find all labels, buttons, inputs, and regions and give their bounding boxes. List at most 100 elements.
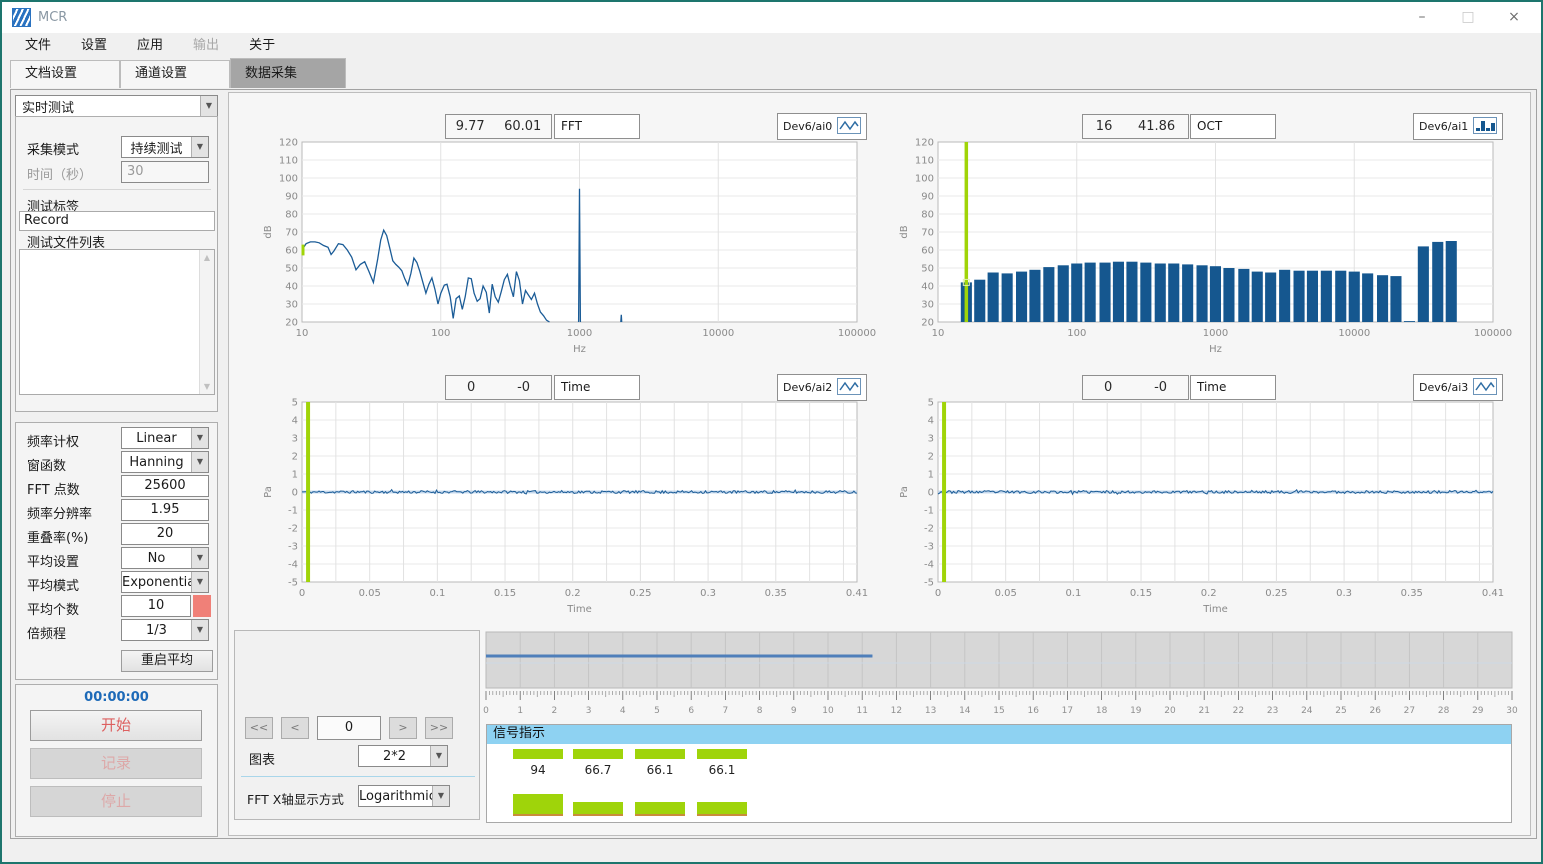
- fft-name-box[interactable]: FFT: [554, 114, 640, 139]
- svg-text:4: 4: [292, 416, 298, 427]
- svg-text:120: 120: [915, 138, 934, 149]
- stop-button[interactable]: 停止: [30, 786, 202, 817]
- svg-text:17: 17: [1062, 706, 1073, 716]
- setting-label: 平均设置: [27, 551, 79, 570]
- setting-input[interactable]: 25600: [121, 475, 209, 497]
- prev-button[interactable]: <: [281, 717, 309, 739]
- line-chart-icon: [1473, 378, 1497, 398]
- chart-layout-select[interactable]: 2*2 ▼: [358, 745, 448, 767]
- svg-text:4: 4: [620, 706, 626, 716]
- setting-input[interactable]: 20: [121, 523, 209, 545]
- fft-xaxis-label: FFT X轴显示方式: [247, 789, 344, 808]
- setting-row: 频率分辨率 1.95: [16, 499, 217, 523]
- position-display[interactable]: 0: [317, 716, 381, 740]
- elapsed-timer: 00:00:00: [16, 690, 217, 705]
- time2-chart-plot[interactable]: -5-4-3-2-101234500.050.10.150.20.250.30.…: [896, 400, 1496, 622]
- svg-text:2: 2: [292, 452, 298, 463]
- setting-select[interactable]: No▼: [121, 547, 209, 569]
- menu-item-2[interactable]: 设置: [66, 33, 122, 58]
- scroll-down-icon[interactable]: ▼: [200, 382, 214, 391]
- svg-text:9: 9: [791, 706, 797, 716]
- acq-mode-select[interactable]: 持续测试 ▼: [121, 136, 209, 158]
- svg-text:0.25: 0.25: [1265, 588, 1287, 599]
- time1-name-box[interactable]: Time: [554, 375, 640, 400]
- signal-indicator-panel: 信号指示 9466.766.166.1: [486, 724, 1512, 823]
- setting-input[interactable]: 1.95: [121, 499, 209, 521]
- svg-text:-1: -1: [924, 506, 934, 517]
- scrollbar[interactable]: ▲ ▼: [199, 250, 214, 394]
- signal-status-bar: [635, 749, 685, 759]
- setting-value: Exponential: [122, 575, 191, 590]
- svg-text:5: 5: [928, 398, 934, 409]
- record-timeline[interactable]: 0123456789101112131415161718192021222324…: [486, 632, 1512, 720]
- close-button[interactable]: ×: [1491, 2, 1537, 33]
- setting-select[interactable]: Exponential▼: [121, 571, 209, 593]
- oct-channel-box[interactable]: Dev6/ai1: [1413, 113, 1503, 140]
- chevron-down-icon[interactable]: ▼: [432, 786, 449, 806]
- setting-select[interactable]: Hanning▼: [121, 451, 209, 473]
- acq-mode-value: 持续测试: [122, 138, 191, 157]
- time1-channel-box[interactable]: Dev6/ai2: [777, 374, 867, 401]
- svg-text:22: 22: [1233, 706, 1244, 716]
- svg-text:100000: 100000: [1474, 328, 1512, 339]
- window-title: MCR: [38, 10, 67, 25]
- scroll-up-icon[interactable]: ▲: [200, 253, 214, 262]
- menu-bar: 文件设置应用输出关于: [2, 33, 1541, 58]
- svg-text:-4: -4: [288, 560, 298, 571]
- chevron-down-icon[interactable]: ▼: [191, 137, 208, 157]
- time2-name-box[interactable]: Time: [1190, 375, 1276, 400]
- setting-value: Linear: [122, 431, 191, 446]
- oct-name-box[interactable]: OCT: [1190, 114, 1276, 139]
- minimize-button[interactable]: –: [1399, 2, 1445, 33]
- setting-label: 频率分辨率: [27, 503, 92, 522]
- setting-input[interactable]: 10: [121, 595, 191, 617]
- signal-level-value: 66.7: [573, 763, 623, 777]
- svg-text:13: 13: [925, 706, 936, 716]
- signal-level-meter: [513, 794, 563, 816]
- maximize-button[interactable]: □: [1445, 2, 1491, 33]
- start-button[interactable]: 开始: [30, 710, 202, 741]
- menu-item-5[interactable]: 关于: [234, 33, 290, 58]
- tab-2[interactable]: 通道设置: [120, 60, 230, 88]
- fft-chart-plot[interactable]: 2030405060708090100110120101001000100001…: [260, 140, 860, 362]
- test-file-list[interactable]: ▲ ▼: [19, 249, 215, 395]
- first-button[interactable]: <<: [245, 717, 273, 739]
- duration-input[interactable]: 30: [121, 161, 209, 183]
- record-button[interactable]: 记录: [30, 748, 202, 779]
- setting-select[interactable]: 1/3▼: [121, 619, 209, 641]
- next-button[interactable]: >: [389, 717, 417, 739]
- tab-3[interactable]: 数据采集: [230, 58, 346, 88]
- cursor-y-value: -0: [517, 380, 530, 395]
- svg-text:Hz: Hz: [1209, 344, 1222, 355]
- chevron-down-icon[interactable]: ▼: [430, 746, 447, 766]
- chevron-down-icon[interactable]: ▼: [191, 428, 208, 448]
- test-mode-select[interactable]: 实时测试 ▼: [15, 95, 218, 117]
- menu-item-1[interactable]: 文件: [10, 33, 66, 58]
- chevron-down-icon[interactable]: ▼: [191, 620, 208, 640]
- channel-label: Dev6/ai0: [783, 120, 832, 133]
- last-button[interactable]: >>: [425, 717, 453, 739]
- time1-chart-plot[interactable]: -5-4-3-2-101234500.050.10.150.20.250.30.…: [260, 400, 860, 622]
- chevron-down-icon[interactable]: ▼: [191, 548, 208, 568]
- signal-channel-4: 66.1: [697, 744, 747, 822]
- oct-chart-plot[interactable]: 2030405060708090100110120101001000100001…: [896, 140, 1496, 362]
- chevron-down-icon[interactable]: ▼: [191, 572, 208, 592]
- channel-label: Dev6/ai2: [783, 381, 832, 394]
- signal-panel-title: 信号指示: [487, 725, 1511, 744]
- app-window: MCR – □ × 文件设置应用输出关于 文档设置通道设置数据采集 实时测试 ▼…: [0, 0, 1543, 864]
- svg-text:110: 110: [279, 156, 298, 167]
- tab-1[interactable]: 文档设置: [10, 60, 120, 88]
- svg-text:29: 29: [1472, 706, 1484, 716]
- cursor-y-value: 41.86: [1138, 119, 1175, 134]
- setting-select[interactable]: Linear▼: [121, 427, 209, 449]
- menu-item-3[interactable]: 应用: [122, 33, 178, 58]
- svg-text:-4: -4: [924, 560, 934, 571]
- fft-xaxis-select[interactable]: Logarithmic ▼: [358, 785, 450, 807]
- chevron-down-icon[interactable]: ▼: [200, 96, 217, 116]
- analysis-settings-group: 频率计权Linear▼窗函数Hanning▼FFT 点数25600频率分辨率1.…: [15, 422, 218, 680]
- chevron-down-icon[interactable]: ▼: [191, 452, 208, 472]
- time2-channel-box[interactable]: Dev6/ai3: [1413, 374, 1503, 401]
- test-label-input[interactable]: Record: [19, 211, 215, 231]
- restart-average-button[interactable]: 重启平均: [121, 650, 213, 672]
- fft-channel-box[interactable]: Dev6/ai0: [777, 113, 867, 140]
